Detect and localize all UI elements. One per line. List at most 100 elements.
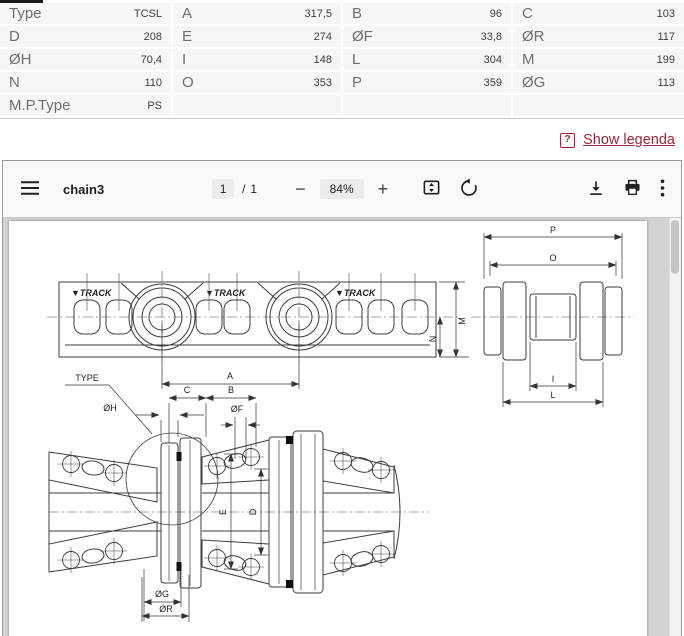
- brand-logos: ▼TRACK ▼TRACK ▼TRACK: [71, 288, 377, 298]
- spec-cell: ØG 113: [513, 72, 684, 93]
- spec-value: 317,5: [304, 8, 332, 20]
- spec-cell: B96: [343, 3, 511, 24]
- spec-value: 33,8: [481, 31, 502, 43]
- rotate-button[interactable]: [459, 178, 479, 201]
- side-dimensions: [162, 282, 469, 389]
- spec-cell: [343, 95, 511, 116]
- dim-label-d: D: [248, 508, 258, 515]
- brand-logo: ▼TRACK: [335, 288, 377, 298]
- spec-cell: D208: [0, 26, 171, 47]
- toolbar-left: chain3: [3, 181, 104, 198]
- spec-value: 304: [484, 54, 502, 66]
- spec-cell: I 148: [173, 49, 341, 70]
- side-view: [59, 282, 436, 357]
- show-legenda-link[interactable]: ? Show legenda: [560, 132, 675, 148]
- spec-label: P: [352, 74, 362, 91]
- spec-value: 113: [657, 77, 675, 89]
- spec-cell: O 353: [173, 72, 341, 93]
- spec-value: 359: [484, 77, 502, 89]
- fit-to-page-icon: [422, 178, 441, 200]
- spec-cell: [173, 95, 341, 116]
- spec-label: L: [352, 51, 360, 68]
- fit-to-page-button[interactable]: [422, 178, 441, 200]
- dim-label-m: M: [457, 317, 467, 325]
- print-button[interactable]: [623, 178, 642, 200]
- spec-cell: C 103: [513, 3, 684, 24]
- spec-label: M: [522, 51, 535, 68]
- legend-row: ? Show legenda: [0, 124, 684, 156]
- spec-label: ØG: [522, 74, 545, 91]
- spec-label: ØH: [9, 51, 32, 68]
- scrollbar[interactable]: [669, 218, 681, 636]
- spec-value: TCSL: [134, 8, 162, 20]
- spec-value: 353: [314, 77, 332, 89]
- spec-label: C: [522, 5, 533, 22]
- spec-label: Type: [9, 5, 42, 22]
- dim-label-c: C: [184, 385, 191, 395]
- brand-logo: ▼TRACK: [71, 288, 113, 298]
- spec-label: D: [9, 28, 20, 45]
- spec-value: 274: [314, 31, 332, 43]
- spec-value: 96: [490, 8, 502, 20]
- spec-label: N: [9, 74, 20, 91]
- technical-drawing: ▼TRACK ▼TRACK ▼TRACK: [9, 221, 647, 635]
- spec-label: ØF: [352, 28, 373, 45]
- print-icon: [623, 178, 642, 200]
- dim-label-dr: ØR: [159, 604, 173, 614]
- dim-label-i: I: [552, 374, 555, 384]
- dim-label-p: P: [550, 225, 556, 235]
- spec-value: 117: [657, 31, 675, 43]
- zoom-out-button[interactable]: −: [295, 180, 306, 198]
- spec-value: 103: [657, 8, 675, 20]
- pdf-viewer: chain3 1 / 1 − 84% +: [2, 160, 682, 636]
- spec-cell: ØF 33,8: [343, 26, 511, 47]
- spec-cell: [513, 95, 684, 116]
- spec-cell: E 274: [173, 26, 341, 47]
- pdf-content-area: ▼TRACK ▼TRACK ▼TRACK: [3, 218, 681, 636]
- zoom-in-button[interactable]: +: [378, 180, 389, 198]
- download-button[interactable]: [587, 179, 605, 200]
- menu-icon: [21, 181, 39, 198]
- spec-value: PS: [147, 100, 162, 112]
- toolbar-center: 1 / 1 − 84% +: [212, 178, 479, 201]
- spec-cell: A317,5: [173, 3, 341, 24]
- spec-label: I: [182, 51, 186, 68]
- dim-label-b: B: [228, 385, 234, 395]
- spec-cell: M199: [513, 49, 684, 70]
- more-options-button[interactable]: [660, 179, 665, 200]
- spec-label: E: [182, 28, 192, 45]
- spec-cell: ØH70,4: [0, 49, 171, 70]
- spec-label: ØR: [522, 28, 545, 45]
- spec-label: M.P.Type: [9, 97, 70, 114]
- plan-dimensions: [65, 385, 268, 622]
- spec-cell: P 359: [343, 72, 511, 93]
- dim-label-e: E: [218, 509, 228, 515]
- spec-cell: Type TCSL: [0, 3, 171, 24]
- dim-label-dh: ØH: [103, 403, 117, 413]
- spec-cell: M.P.Type PS: [0, 95, 171, 116]
- page-number-input[interactable]: 1: [212, 179, 234, 199]
- spec-cell: N 110: [0, 72, 171, 93]
- dim-label-type: TYPE: [75, 373, 99, 383]
- pdf-toolbar: chain3 1 / 1 − 84% +: [3, 161, 681, 218]
- zoom-level[interactable]: 84%: [320, 179, 364, 199]
- page-separator: /: [242, 182, 245, 196]
- dim-label-a: A: [227, 371, 233, 381]
- dim-label-o: O: [549, 253, 556, 263]
- spec-label: O: [182, 74, 194, 91]
- end-view: [484, 282, 622, 360]
- show-legenda-label: Show legenda: [583, 132, 675, 148]
- brand-logo: ▼TRACK: [205, 288, 247, 298]
- screen: TypeTCSL A317,5 B96 C103 D208 E274 ØF33,…: [0, 0, 684, 636]
- menu-button[interactable]: [21, 181, 39, 198]
- scrollbar-thumb[interactable]: [671, 220, 679, 274]
- spec-cell: ØR 117: [513, 26, 684, 47]
- pdf-page: ▼TRACK ▼TRACK ▼TRACK: [9, 221, 647, 636]
- dim-label-n: N: [428, 336, 438, 343]
- dim-label-dg: ØG: [155, 589, 169, 599]
- page-total: 1: [250, 182, 257, 196]
- more-vertical-icon: [660, 179, 665, 200]
- question-mark-icon: ?: [560, 133, 575, 148]
- spec-value: 148: [314, 54, 332, 66]
- spec-value: 110: [144, 77, 162, 89]
